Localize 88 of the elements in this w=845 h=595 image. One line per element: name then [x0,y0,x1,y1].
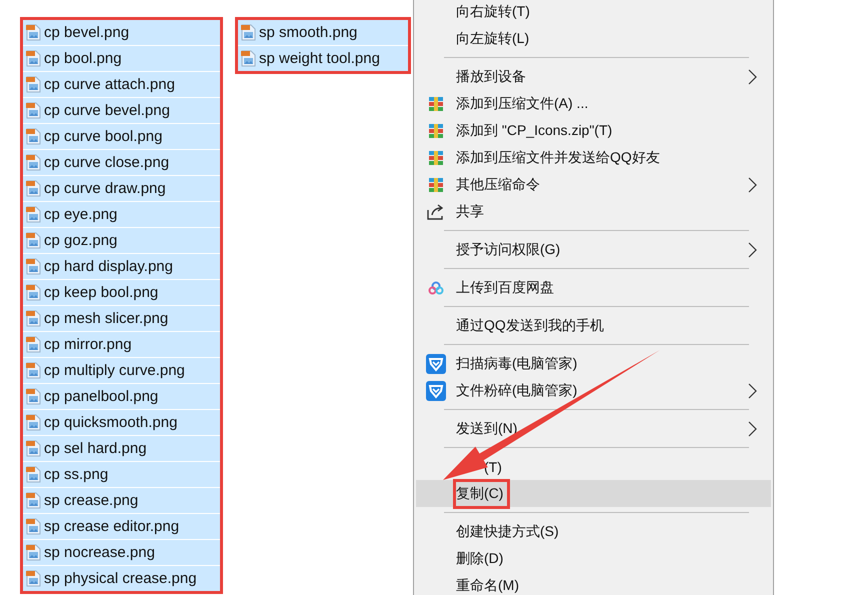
menu-item[interactable]: 创建快捷方式(S) [416,518,771,545]
file-item[interactable]: sp crease editor.png [23,514,220,540]
menu-item-label: 创建快捷方式(S) [455,522,560,541]
file-item[interactable]: sp weight tool.png [238,46,408,71]
image-file-icon [25,76,42,93]
image-file-icon [25,414,42,431]
image-file-icon [25,518,42,535]
menu-item[interactable]: 删除(D) [416,545,771,572]
image-file-icon [25,24,42,41]
image-file-icon [25,440,42,457]
menu-item[interactable]: 授予访问权限(G) [416,236,771,263]
image-file-icon [25,50,42,67]
menu-item-label: 添加到 "CP_Icons.zip"(T) [455,120,614,140]
menu-item[interactable]: 上传到百度网盘 [416,274,771,301]
menu-item-label: 授予访问权限(G) [455,240,562,259]
image-file-icon [25,388,42,405]
menu-item-label: 添加到压缩文件并发送给QQ好友 [455,148,661,167]
menu-item[interactable]: 添加到压缩文件并发送给QQ好友 [416,144,771,171]
file-item[interactable]: cp curve attach.png [23,72,220,98]
image-file-icon [25,492,42,509]
file-item[interactable]: cp curve draw.png [23,176,220,202]
menu-item-label: 共享 [455,202,485,220]
share-icon [427,204,445,220]
file-item[interactable]: sp nocrease.png [23,540,220,566]
file-item[interactable]: cp mirror.png [23,332,220,358]
menu-item[interactable]: 通过QQ发送到我的手机 [416,312,771,339]
file-item[interactable]: cp bool.png [23,46,220,72]
file-item[interactable]: cp hard display.png [23,254,220,280]
file-item[interactable]: cp ss.png [23,462,220,488]
file-item[interactable]: sp smooth.png [238,20,408,46]
file-item[interactable]: cp curve close.png [23,150,220,176]
image-file-icon [25,284,42,301]
menu-item[interactable]: 添加到 "CP_Icons.zip"(T) [416,117,771,144]
cloud-icon [428,280,444,294]
image-file-icon [25,180,42,197]
file-item[interactable]: cp goz.png [23,228,220,254]
menu-item-label: 删除(D) [455,548,504,568]
menu-item-label: 通过QQ发送到我的手机 [455,316,605,335]
menu-item-label: 添加到压缩文件(A) ... [455,94,590,113]
file-item[interactable]: cp quicksmooth.png [23,410,220,436]
file-item[interactable]: cp bevel.png [23,20,220,46]
file-item[interactable]: cp keep bool.png [23,280,220,306]
menu-item-label: 文件粉碎(电脑管家) [455,380,578,400]
image-file-icon [25,128,42,145]
file-item[interactable]: cp mesh slicer.png [23,306,220,332]
file-item[interactable]: sp physical crease.png [23,566,220,591]
archive-icon [428,176,444,192]
menu-item-label: 向左旋转(L) [455,28,530,48]
file-item[interactable]: cp multiply curve.png [23,358,220,384]
archive-icon [428,96,444,112]
menu-item[interactable]: 重命名(M) [416,572,771,595]
menu-item[interactable]: 向左旋转(L) [416,25,771,52]
image-file-icon [25,310,42,327]
shield-icon [426,380,446,400]
file-item[interactable]: cp sel hard.png [23,436,220,462]
file-item[interactable]: cp curve bevel.png [23,98,220,124]
image-file-icon [25,206,42,223]
image-file-icon [25,336,42,353]
image-file-icon [25,544,42,561]
image-file-icon [25,154,42,171]
menu-item[interactable]: 复制(C) [416,480,771,507]
file-item[interactable]: cp panelbool.png [23,384,220,410]
shield-icon [426,354,446,374]
file-item[interactable]: cp eye.png [23,202,220,228]
image-file-icon [25,466,42,483]
image-file-icon [25,102,42,119]
menu-item-label: 重命名(M) [455,576,520,595]
menu-item-label: 其他压缩命令 [455,174,541,194]
menu-item[interactable]: 添加到压缩文件(A) ... [416,90,771,117]
file-item[interactable]: sp crease.png [23,488,220,514]
image-file-icon [25,258,42,275]
menu-item-label: 扫描病毒(电脑管家) [455,354,578,373]
menu-item[interactable]: 共享 [416,198,771,225]
image-file-icon [25,570,42,587]
archive-icon [428,122,444,138]
archive-icon [428,150,444,166]
file-item[interactable]: cp curve bool.png [23,124,220,150]
menu-item-label: 上传到百度网盘 [455,278,555,296]
menu-item[interactable]: 扫描病毒(电脑管家) [416,350,771,377]
image-file-icon [25,362,42,379]
menu-item[interactable]: 向右旋转(T) [416,0,771,25]
menu-item-label: 播放到设备 [455,66,527,86]
image-file-icon [240,24,257,41]
menu-item[interactable]: 播放到设备 [416,63,771,90]
image-file-icon [25,232,42,249]
menu-item-label: 向右旋转(T) [455,2,531,21]
menu-item[interactable]: 其他压缩命令 [416,171,771,198]
image-file-icon [240,50,257,67]
